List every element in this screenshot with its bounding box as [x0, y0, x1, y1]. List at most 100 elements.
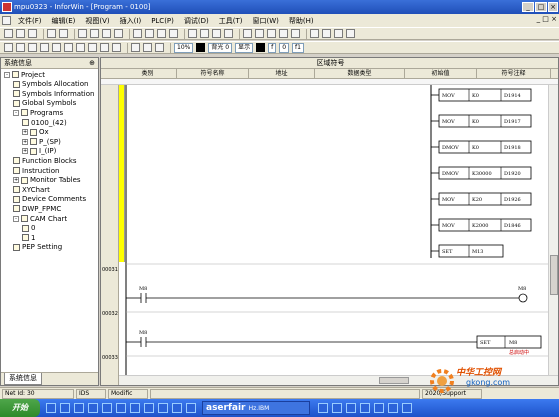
coil-icon[interactable]	[64, 43, 73, 52]
menu-edit[interactable]: 编辑(E)	[47, 16, 81, 26]
quicklaunch-icon[interactable]	[144, 403, 154, 413]
vertical-scrollbar[interactable]	[548, 85, 558, 375]
ladder-editor[interactable]: 区域符号 类别 符号名称 地址 数据类型 初始值 符号注释 00031 0003…	[100, 57, 559, 386]
tree-item[interactable]: 0	[22, 224, 35, 233]
expand-icon[interactable]: +	[22, 129, 28, 136]
copy-icon[interactable]	[90, 29, 99, 38]
coil-circle[interactable]	[518, 293, 528, 303]
select-icon[interactable]	[4, 43, 13, 52]
contact-down-icon[interactable]	[52, 43, 61, 52]
menu-debug[interactable]: 调试(D)	[179, 16, 214, 26]
tree-item[interactable]: + Monitor Tables	[13, 176, 81, 185]
expand-icon[interactable]: +	[13, 177, 19, 184]
pin-icon[interactable]: ⊕	[89, 58, 95, 68]
collapse-icon[interactable]: -	[4, 71, 10, 78]
tree-item[interactable]: - Programs	[13, 108, 63, 117]
contact-no-icon[interactable]	[16, 43, 25, 52]
zoom-select[interactable]: 10%	[174, 42, 194, 53]
replace-icon[interactable]	[169, 29, 178, 38]
open-icon[interactable]	[16, 29, 25, 38]
color-swatch-2-icon[interactable]	[256, 43, 266, 52]
taskbar-app-icon[interactable]	[402, 403, 412, 413]
taskbar-app-icon[interactable]	[374, 403, 384, 413]
new-icon[interactable]	[4, 29, 13, 38]
scroll-thumb[interactable]	[379, 377, 409, 384]
tree-item[interactable]: 0100_(42)	[22, 118, 67, 127]
tree-item[interactable]: - CAM Chart	[13, 214, 67, 223]
quicklaunch-icon[interactable]	[88, 403, 98, 413]
delete-icon[interactable]	[114, 29, 123, 38]
zoom-in-icon[interactable]	[310, 29, 319, 38]
quicklaunch-icon[interactable]	[46, 403, 56, 413]
preview-icon[interactable]	[59, 29, 68, 38]
counter-icon[interactable]	[143, 43, 152, 52]
run-icon[interactable]	[279, 29, 288, 38]
menu-plc[interactable]: PLC(P)	[146, 17, 179, 25]
help-icon[interactable]	[346, 29, 355, 38]
zoom-out-icon[interactable]	[322, 29, 331, 38]
tree-item[interactable]: Device Comments	[13, 195, 86, 204]
taskbar-app-icon[interactable]	[388, 403, 398, 413]
print-icon[interactable]	[47, 29, 56, 38]
collapse-icon[interactable]: -	[13, 215, 19, 222]
online-icon[interactable]	[188, 29, 197, 38]
coil-not-icon[interactable]	[76, 43, 85, 52]
taskbar-app-icon[interactable]	[346, 403, 356, 413]
quicklaunch-icon[interactable]	[130, 403, 140, 413]
taskbar-app-icon[interactable]	[318, 403, 328, 413]
tree-item[interactable]: Instruction	[13, 166, 59, 175]
expand-icon[interactable]: +	[22, 138, 28, 145]
horizontal-line-icon[interactable]	[112, 43, 121, 52]
instruction-box-icon[interactable]	[88, 43, 97, 52]
value-select[interactable]: 0	[279, 42, 290, 53]
tree-item[interactable]: + I_(IP)	[22, 147, 56, 156]
quicklaunch-icon[interactable]	[158, 403, 168, 413]
font-select[interactable]: f	[268, 42, 277, 53]
quicklaunch-icon[interactable]	[186, 403, 196, 413]
tree-item[interactable]: Global Symbols	[13, 99, 76, 108]
quicklaunch-icon[interactable]	[172, 403, 182, 413]
menu-tools[interactable]: 工具(T)	[214, 16, 248, 26]
stop-icon[interactable]	[291, 29, 300, 38]
taskbar-task[interactable]: aserfair Hz.IBM	[202, 401, 310, 415]
compile-icon[interactable]	[224, 29, 233, 38]
menu-file[interactable]: 文件(F)	[13, 16, 47, 26]
compare-icon[interactable]	[267, 29, 276, 38]
undo-icon[interactable]	[133, 29, 142, 38]
comment-icon[interactable]	[155, 43, 164, 52]
function-select[interactable]: f1	[292, 42, 304, 53]
contact-up-icon[interactable]	[40, 43, 49, 52]
tab-system-info[interactable]: 系统信息	[4, 373, 42, 385]
maximize-button[interactable]: □	[535, 2, 547, 12]
tree-item[interactable]: XYChart	[13, 185, 50, 194]
quicklaunch-icon[interactable]	[102, 403, 112, 413]
menu-view[interactable]: 视图(V)	[80, 16, 114, 26]
close-button[interactable]: ×	[548, 2, 558, 12]
tree-item[interactable]: Symbols Allocation	[13, 80, 88, 89]
taskbar-app-icon[interactable]	[360, 403, 370, 413]
monitor-icon[interactable]	[212, 29, 221, 38]
mdi-controls[interactable]: _ □ ×	[537, 15, 557, 23]
backlight-select[interactable]: 背光 0	[208, 42, 233, 53]
tree-item[interactable]: PEP Setting	[13, 243, 62, 252]
cut-icon[interactable]	[78, 29, 87, 38]
quicklaunch-icon[interactable]	[116, 403, 126, 413]
find-icon[interactable]	[157, 29, 166, 38]
color-swatch-icon[interactable]	[196, 43, 206, 52]
display-select[interactable]: 显示	[235, 42, 254, 53]
settings-icon[interactable]	[334, 29, 343, 38]
tree-item[interactable]: - Project	[4, 70, 45, 79]
tree-item[interactable]: DWP_FPMC	[13, 204, 61, 213]
expand-icon[interactable]: +	[22, 148, 28, 155]
minimize-button[interactable]: _	[522, 2, 534, 12]
quicklaunch-icon[interactable]	[74, 403, 84, 413]
scroll-thumb[interactable]	[550, 255, 558, 295]
title-bar[interactable]: mpu0323 - InforWin - [Program - 0100] _ …	[0, 0, 559, 14]
tree-item[interactable]: 1	[22, 233, 35, 242]
menu-insert[interactable]: 插入(I)	[115, 16, 147, 26]
upload-icon[interactable]	[255, 29, 264, 38]
vertical-line-icon[interactable]	[100, 43, 109, 52]
offline-icon[interactable]	[200, 29, 209, 38]
redo-icon[interactable]	[145, 29, 154, 38]
tree-item[interactable]: Symbols Information	[13, 89, 94, 98]
